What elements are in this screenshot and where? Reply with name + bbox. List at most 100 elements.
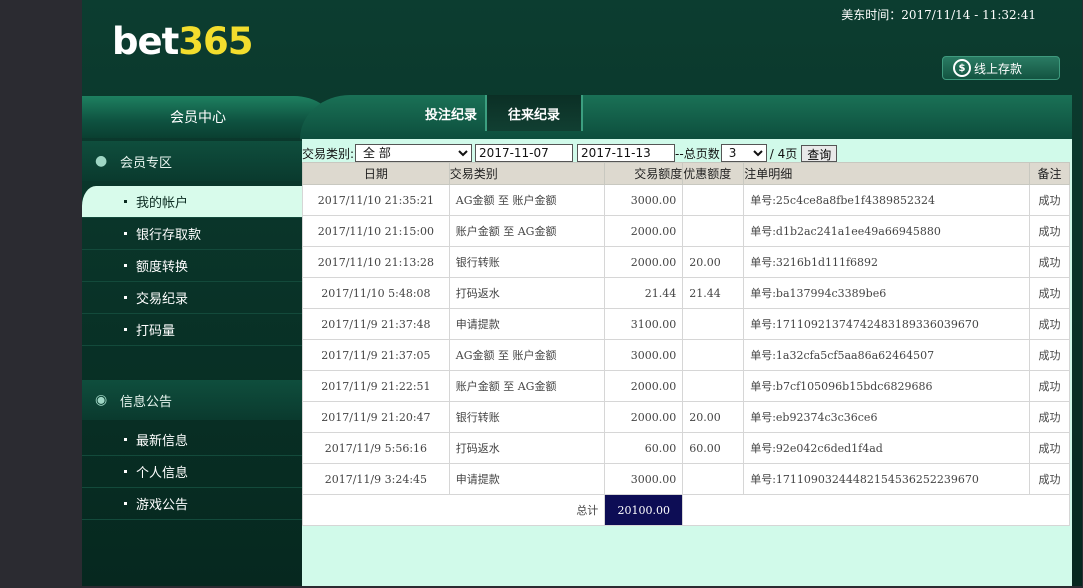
table-row: 2017/11/10 21:13:28 银行转账 2000.00 20.00 单号:32… — [302, 246, 1070, 278]
cell-amount: 2000.00 — [604, 401, 684, 433]
cell-detail: 单号:eb92374c3c36ce6 — [743, 401, 1031, 433]
cell-date: 2017/11/10 21:13:28 — [302, 246, 450, 278]
section-announcements-title: 信息公告 — [120, 394, 173, 410]
bullet-icon — [124, 470, 127, 473]
sidebar-item-latest-news[interactable]: 最新信息 — [82, 424, 302, 456]
online-deposit-button[interactable]: $ 线上存款 — [942, 56, 1060, 80]
cell-amount: 21.44 — [604, 277, 684, 309]
cell-amount: 2000.00 — [604, 215, 684, 247]
sidebar-item-wager-volume[interactable]: 打码量 — [82, 314, 302, 346]
bullet-icon — [124, 328, 127, 331]
cell-amount: 3000.00 — [604, 463, 684, 495]
col-detail[interactable]: 注单明细 — [743, 162, 1031, 185]
sidebar-item-transaction-records[interactable]: 交易纪录 — [82, 282, 302, 314]
chat-icon: ◉ — [95, 392, 108, 408]
bullet-icon — [124, 502, 127, 505]
date-from-input[interactable] — [475, 144, 574, 162]
cell-note: 成功 — [1029, 277, 1070, 309]
bet365-logo: bet365 — [112, 20, 254, 63]
cell-detail: 单号:25c4ce8a8fbe1f4389852324 — [743, 184, 1031, 216]
user-icon: ● — [95, 153, 108, 169]
cell-type: 账户金额 至 AG金额 — [448, 370, 606, 402]
app-frame: bet365 美东时间：2017/11/14 - 11:32:41 $ 线上存款… — [82, 0, 1082, 586]
cell-amount: 3100.00 — [604, 308, 684, 340]
col-date[interactable]: 日期 — [302, 162, 450, 185]
cell-note: 成功 — [1029, 463, 1070, 495]
page-select[interactable]: 3 — [720, 144, 767, 162]
cell-date: 2017/11/9 5:56:16 — [302, 432, 450, 464]
cell-type: AG金额 至 账户金额 — [448, 184, 606, 216]
sidebar-item-bank-deposit-withdraw[interactable]: 银行存取款 — [82, 218, 302, 250]
cell-date: 2017/11/10 21:35:21 — [302, 184, 450, 216]
cell-discount — [682, 370, 745, 402]
cell-amount: 60.00 — [604, 432, 684, 464]
tab-bar: 投注纪录 往来纪录 — [300, 95, 1072, 139]
table-row: 2017/11/10 21:15:00 账户金额 至 AG金额 2000.00 单号:… — [302, 215, 1070, 247]
section-member-area: ● 会员专区 — [82, 141, 302, 181]
cell-discount — [682, 339, 745, 371]
cell-detail: 单号:d1b2ac241a1ee49a66945880 — [743, 215, 1031, 247]
sidebar-item-game-announcements[interactable]: 游戏公告 — [82, 488, 302, 520]
sidebar-item-personal-info[interactable]: 个人信息 — [82, 456, 302, 488]
col-note[interactable]: 备注 — [1029, 162, 1070, 185]
sidebar-item-my-account[interactable]: 我的帐户 — [82, 186, 302, 218]
bullet-icon — [124, 296, 127, 299]
bullet-icon — [124, 232, 127, 235]
cell-detail: 单号:b7cf105096b15bdc6829686 — [743, 370, 1031, 402]
filter-bar: 交易类别: 全 部 --总页数 3 / 4页 查询 — [302, 143, 838, 163]
cell-detail: 单号:ba137994c3389be6 — [743, 277, 1031, 309]
cell-discount — [682, 184, 745, 216]
cell-date: 2017/11/9 21:37:05 — [302, 339, 450, 371]
cell-amount: 2000.00 — [604, 370, 684, 402]
cell-type: 打码返水 — [448, 432, 606, 464]
cell-date: 2017/11/9 21:37:48 — [302, 308, 450, 340]
cell-date: 2017/11/9 21:20:47 — [302, 401, 450, 433]
col-discount[interactable]: 优惠额度 — [682, 162, 745, 185]
transaction-type-select[interactable]: 全 部 — [355, 144, 473, 162]
table-header-row: 日期 交易类别 交易额度 优惠额度 注单明细 备注 — [302, 162, 1070, 185]
cell-date: 2017/11/9 3:24:45 — [302, 463, 450, 495]
cell-amount: 3000.00 — [604, 184, 684, 216]
cell-amount: 3000.00 — [604, 339, 684, 371]
query-button[interactable]: 查询 — [801, 144, 838, 162]
cell-date: 2017/11/10 5:48:08 — [302, 277, 450, 309]
cell-detail: 单号:17110903244482154536252239670 — [743, 463, 1031, 495]
cell-type: 银行转账 — [448, 401, 606, 433]
sidebar-item-credit-transfer[interactable]: 额度转换 — [82, 250, 302, 282]
content-panel: 交易类别: 全 部 --总页数 3 / 4页 查询 日期 交易类别 交易额度 优… — [301, 139, 1072, 586]
cell-date: 2017/11/9 21:22:51 — [302, 370, 450, 402]
table-body: 2017/11/10 21:35:21 AG金额 至 账户金额 3000.00 单号:… — [301, 184, 1070, 526]
eastern-time-display: 美东时间：2017/11/14 - 11:32:41 — [841, 8, 1036, 22]
cell-type: 银行转账 — [448, 246, 606, 278]
cell-discount: 60.00 — [682, 432, 745, 464]
table-row: 2017/11/9 21:20:47 银行转账 2000.00 20.00 单号:eb9… — [302, 401, 1070, 433]
col-type[interactable]: 交易类别 — [448, 162, 606, 185]
cell-note: 成功 — [1029, 370, 1070, 402]
cell-discount: 20.00 — [682, 246, 745, 278]
cell-type: AG金额 至 账户金额 — [448, 339, 606, 371]
cell-note: 成功 — [1029, 184, 1070, 216]
bullet-icon — [124, 264, 127, 267]
total-value: 20100.00 — [604, 494, 684, 526]
total-pages-label: --总页数 — [675, 146, 720, 161]
cell-detail: 单号:1a32cfa5cf5aa86a62464507 — [743, 339, 1031, 371]
online-deposit-label: 线上存款 — [974, 61, 1023, 76]
table-row: 2017/11/9 21:37:05 AG金额 至 账户金额 3000.00 单号:1… — [302, 339, 1070, 371]
cell-note: 成功 — [1029, 339, 1070, 371]
cell-detail: 单号:92e042c6ded1f4ad — [743, 432, 1031, 464]
cell-note: 成功 — [1029, 215, 1070, 247]
transactions-table: 日期 交易类别 交易额度 优惠额度 注单明细 备注 2017/11/10 21:… — [301, 162, 1070, 526]
cell-detail: 单号:3216b1d111f6892 — [743, 246, 1031, 278]
date-to-input[interactable] — [577, 144, 676, 162]
member-center-header: 会员中心 — [82, 96, 334, 138]
col-amount[interactable]: 交易额度 — [604, 162, 684, 185]
dollar-coin-icon: $ — [953, 59, 971, 77]
cell-detail: 单号:17110921374742483189336039670 — [743, 308, 1031, 340]
cell-type: 申请提款 — [448, 308, 606, 340]
tab-transaction-records[interactable]: 往来纪录 — [485, 95, 583, 131]
table-row: 2017/11/9 3:24:45 申请提款 3000.00 单号:171109032… — [302, 463, 1070, 495]
bullet-icon — [124, 200, 127, 203]
cell-discount — [682, 463, 745, 495]
type-label: 交易类别: — [302, 146, 355, 161]
cell-type: 申请提款 — [448, 463, 606, 495]
